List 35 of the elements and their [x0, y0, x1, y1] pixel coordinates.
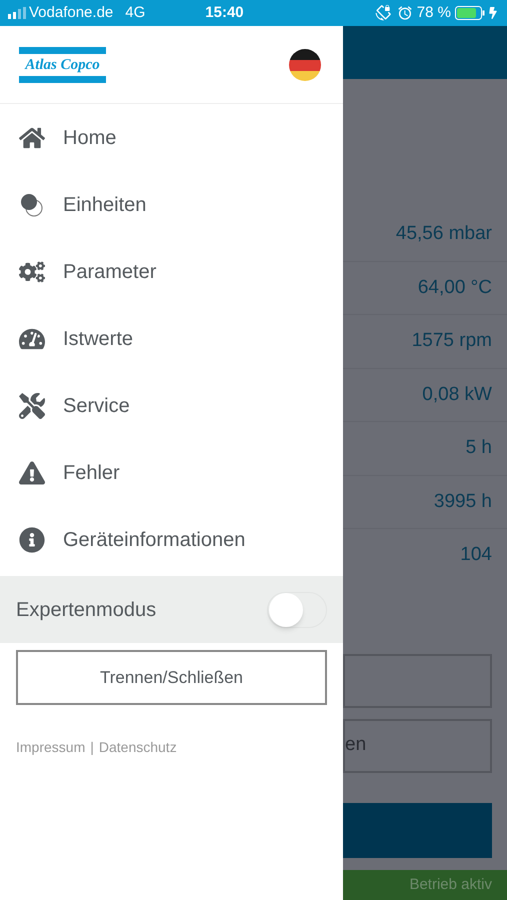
alarm-icon [396, 5, 413, 21]
value-text: 1575 rpm [412, 329, 492, 353]
menu-item[interactable]: Home [0, 104, 343, 171]
battery-percent: 78 % [416, 2, 451, 23]
menu-item[interactable]: Einheiten [0, 171, 343, 238]
menu-item[interactable]: Service [0, 372, 343, 439]
carrier-name: Vodafone.de [29, 2, 114, 23]
menu-item[interactable]: Parameter [0, 238, 343, 305]
network-type: 4G [125, 2, 146, 23]
logo: Atlas Copco [19, 46, 106, 82]
info-icon [19, 526, 45, 552]
status-bar-bottom: Betrieb aktiv [343, 870, 507, 900]
value-text: 3995 h [434, 490, 492, 514]
warning-icon [19, 460, 45, 486]
rotation-lock-icon [374, 5, 391, 21]
menu-item[interactable]: Istwerte [0, 305, 343, 372]
menu-item[interactable]: Fehler [0, 439, 343, 506]
menu-item[interactable]: Geräteinformationen [0, 506, 343, 573]
value-text: 45,56 mbar [396, 222, 492, 246]
separator: | [90, 738, 94, 757]
value-text: 5 h [466, 436, 492, 460]
tools-icon [19, 392, 45, 418]
battery-icon [455, 6, 485, 20]
expert-mode-label: Expertenmodus [16, 598, 156, 622]
circles-icon [19, 192, 45, 218]
expert-mode-switch[interactable] [267, 592, 327, 628]
charging-icon [487, 7, 499, 19]
signal-icon [8, 7, 26, 19]
value-text: 64,00 °C [418, 276, 492, 300]
clock: 15:40 [205, 2, 244, 23]
disconnect-button[interactable]: Trennen/Schließen [16, 650, 327, 705]
value-text: 104 [460, 543, 492, 567]
value-text: 0,08 kW [422, 382, 492, 406]
german-flag-icon[interactable] [289, 48, 321, 80]
gears-icon [19, 258, 45, 284]
